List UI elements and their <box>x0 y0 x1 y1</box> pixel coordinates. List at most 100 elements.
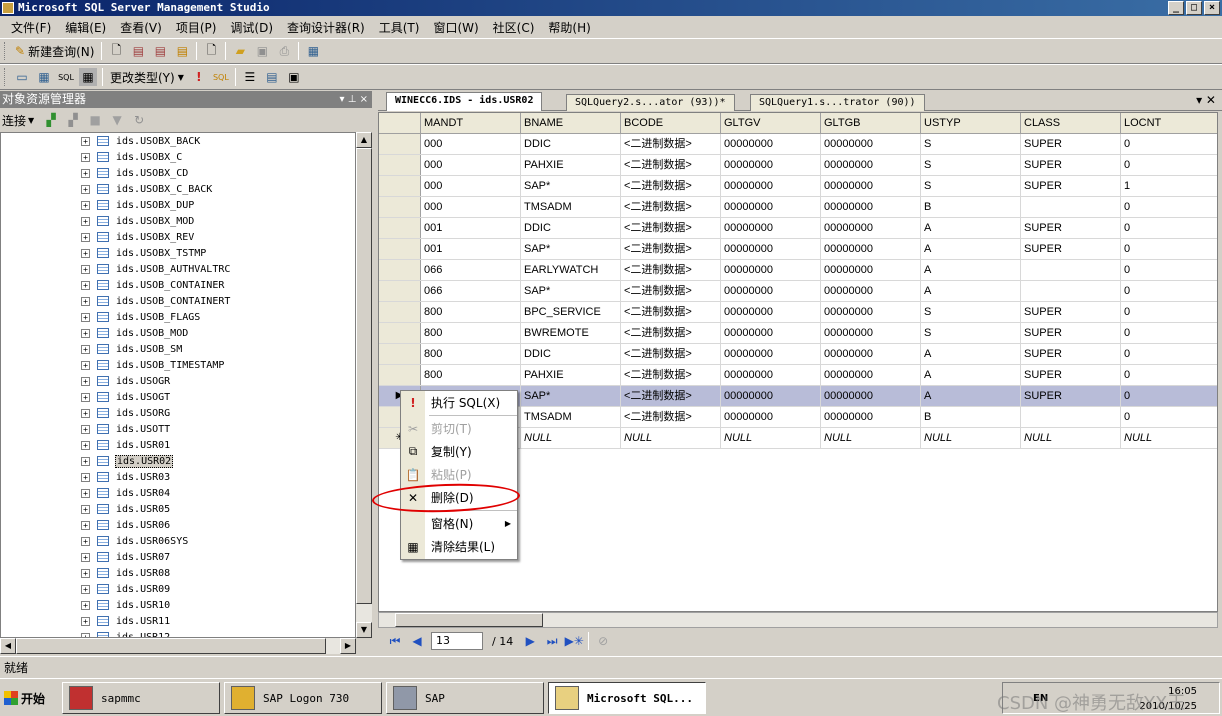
results-pane-icon[interactable]: ▦ <box>79 68 97 86</box>
grid-cell[interactable]: 066 <box>421 260 521 280</box>
grid-cell[interactable]: <二进制数据> <box>621 407 721 427</box>
grid-cell[interactable]: NULL <box>1121 428 1217 448</box>
disconnect-icon[interactable]: ▞ <box>64 111 82 129</box>
grid-cell[interactable]: 0 <box>1121 344 1217 364</box>
column-header[interactable]: LOCNT <box>1121 113 1217 133</box>
analysis-query-icon[interactable]: ▤ <box>129 42 147 60</box>
tree-item-table[interactable]: + ids.USOB_CONTAINERT <box>1 293 355 309</box>
grid-cell[interactable]: <二进制数据> <box>621 281 721 301</box>
grid-cell[interactable]: 001 <box>421 239 521 259</box>
grid-cell[interactable]: SUPER <box>1021 386 1121 406</box>
grid-cell[interactable]: S <box>921 323 1021 343</box>
expand-icon[interactable]: + <box>81 424 90 434</box>
table-row[interactable]: 001 SAP* <二进制数据> 00000000 00000000 A SUPER 0 <box>379 239 1217 260</box>
grid-cell[interactable]: 00000000 <box>821 155 921 175</box>
grid-cell[interactable]: 0 <box>1121 302 1217 322</box>
grid-cell[interactable]: A <box>921 386 1021 406</box>
menu-edit[interactable]: 编辑(E) <box>58 19 113 36</box>
grid-cell[interactable]: PAHXIE <box>521 155 621 175</box>
grid-cell[interactable]: NULL <box>521 428 621 448</box>
grid-cell[interactable]: 0 <box>1121 197 1217 217</box>
grid-cell[interactable]: 800 <box>421 302 521 322</box>
tree-item-table[interactable]: + ids.USR12 <box>1 629 355 637</box>
grid-cell[interactable]: PAHXIE <box>521 365 621 385</box>
grid-cell[interactable]: A <box>921 365 1021 385</box>
menu-item-clear-results[interactable]: ▦ 清除结果(L) <box>401 535 517 558</box>
expand-icon[interactable]: + <box>81 568 90 578</box>
grid-cell[interactable]: 00000000 <box>721 218 821 238</box>
grid-cell[interactable]: SUPER <box>1021 323 1121 343</box>
grid-cell[interactable]: 00000000 <box>721 407 821 427</box>
chevron-down-icon[interactable]: ▼ <box>28 116 34 125</box>
diagram-pane-icon[interactable]: ▭ <box>13 68 31 86</box>
grid-cell[interactable]: NULL <box>721 428 821 448</box>
grid-cell[interactable]: DDIC <box>521 218 621 238</box>
expand-icon[interactable]: + <box>81 456 90 466</box>
tree-item-table[interactable]: + ids.USOGT <box>1 389 355 405</box>
toolbar-grip[interactable] <box>4 42 7 60</box>
expand-icon[interactable]: + <box>81 328 90 338</box>
grid-cell[interactable]: BPC_SERVICE <box>521 302 621 322</box>
expand-icon[interactable]: + <box>81 136 90 146</box>
menu-item-cut[interactable]: ✂ 剪切(T) <box>401 417 517 440</box>
grid-cell[interactable]: 00000000 <box>721 239 821 259</box>
grid-cell[interactable]: A <box>921 218 1021 238</box>
column-header[interactable]: BCODE <box>621 113 721 133</box>
grid-cell[interactable]: DDIC <box>521 134 621 154</box>
grid-cell[interactable]: 000 <box>421 197 521 217</box>
grid-cell[interactable]: 00000000 <box>721 386 821 406</box>
grid-cell[interactable]: 000 <box>421 176 521 196</box>
tree-item-table[interactable]: + ids.USR10 <box>1 597 355 613</box>
expand-icon[interactable]: + <box>81 248 90 258</box>
tree-item-table[interactable]: + ids.USOB_FLAGS <box>1 309 355 325</box>
grid-cell[interactable]: 00000000 <box>821 134 921 154</box>
grid-cell[interactable]: SUPER <box>1021 344 1121 364</box>
expand-icon[interactable]: + <box>81 504 90 514</box>
expand-icon[interactable]: + <box>81 168 90 178</box>
grid-cell[interactable]: <二进制数据> <box>621 239 721 259</box>
menu-view[interactable]: 查看(V) <box>113 19 169 36</box>
connect-icon[interactable]: ▞ <box>42 111 60 129</box>
grid-cell[interactable]: 0 <box>1121 407 1217 427</box>
tree-item-table[interactable]: + ids.USOTT <box>1 421 355 437</box>
grid-cell[interactable]: S <box>921 302 1021 322</box>
row-selector[interactable] <box>379 260 421 280</box>
menu-debug[interactable]: 调试(D) <box>223 19 280 36</box>
tree-item-table[interactable]: + ids.USOB_AUTHVALTRC <box>1 261 355 277</box>
expand-icon[interactable]: + <box>81 296 90 306</box>
grid-cell[interactable]: NULL <box>921 428 1021 448</box>
tree-item-table[interactable]: + ids.USOBX_REV <box>1 229 355 245</box>
row-header-corner[interactable] <box>379 113 421 133</box>
menu-help[interactable]: 帮助(H) <box>541 19 597 36</box>
row-selector[interactable] <box>379 134 421 154</box>
column-header[interactable]: BNAME <box>521 113 621 133</box>
grid-cell[interactable]: 000 <box>421 155 521 175</box>
previous-record-icon[interactable]: ◀ <box>408 632 426 650</box>
grid-cell[interactable]: 800 <box>421 365 521 385</box>
grid-cell[interactable]: 00000000 <box>821 365 921 385</box>
grid-cell[interactable]: B <box>921 407 1021 427</box>
tree-item-table[interactable]: + ids.USOBX_C <box>1 149 355 165</box>
grid-cell[interactable]: <二进制数据> <box>621 134 721 154</box>
grid-cell[interactable]: NULL <box>821 428 921 448</box>
grid-cell[interactable]: NULL <box>1021 428 1121 448</box>
grid-cell[interactable]: 0 <box>1121 260 1217 280</box>
menu-query-designer[interactable]: 查询设计器(R) <box>280 19 372 36</box>
menu-window[interactable]: 窗口(W) <box>426 19 485 36</box>
column-header[interactable]: CLASS <box>1021 113 1121 133</box>
task-sap-logon[interactable]: SAP Logon 730 <box>224 682 382 714</box>
row-selector[interactable] <box>379 281 421 301</box>
expand-icon[interactable]: + <box>81 520 90 530</box>
first-record-icon[interactable]: ⏮ <box>386 632 404 650</box>
tree-item-table[interactable]: + ids.USOB_MOD <box>1 325 355 341</box>
add-derived-table-icon[interactable]: ▣ <box>285 68 303 86</box>
grid-cell[interactable]: SUPER <box>1021 134 1121 154</box>
grid-cell[interactable]: 00000000 <box>821 176 921 196</box>
add-table-icon[interactable]: ▤ <box>263 68 281 86</box>
row-selector[interactable] <box>379 344 421 364</box>
tree-item-table[interactable]: + ids.USR04 <box>1 485 355 501</box>
open-folder-icon[interactable]: ▰ <box>231 42 249 60</box>
grid-cell[interactable]: SAP* <box>521 239 621 259</box>
row-selector[interactable] <box>379 197 421 217</box>
expand-icon[interactable]: + <box>81 312 90 322</box>
